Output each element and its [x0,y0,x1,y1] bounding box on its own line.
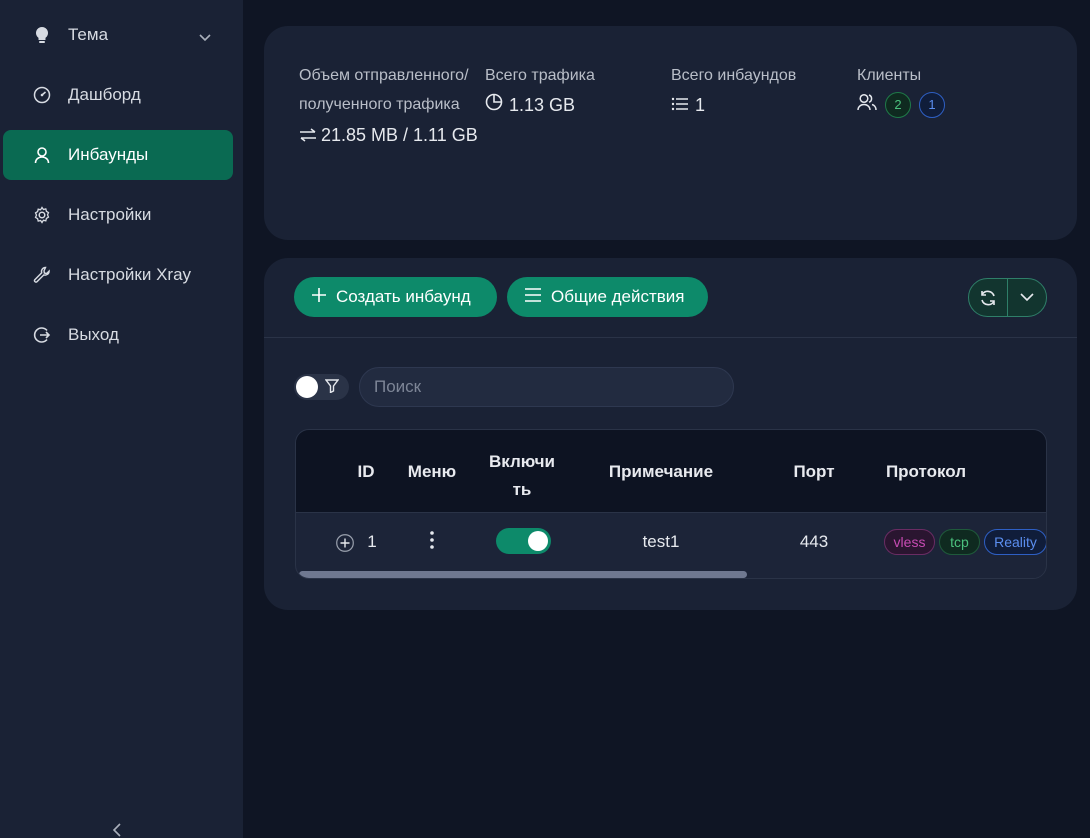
enable-switch[interactable] [496,528,551,554]
chevron-down-icon [199,27,211,47]
security-tag: Reality [984,529,1046,555]
stats-card: Объем отправленного/ полученного трафика… [264,26,1077,240]
row-port: 443 [799,532,829,551]
col-menu-header: Меню [407,462,457,481]
sidebar-item-label: Тема [68,25,109,44]
divider [264,337,1077,338]
wrench-icon [33,266,51,284]
pie-chart-icon [485,90,503,120]
dashboard-icon [33,86,51,104]
sidebar-item-label: Инбаунды [68,145,149,164]
sidebar-item-label: Настройки Xray [68,265,192,284]
total-traffic-stat: Всего трафика 1.13 GB [485,61,595,120]
user-icon [33,146,51,164]
row-id: 1 [367,532,377,551]
col-id-header[interactable]: ID [350,462,382,482]
swap-icon [299,122,317,151]
clients-online-badge[interactable]: 2 [885,92,911,118]
chevron-down-icon[interactable] [1008,279,1046,316]
switch-knob [528,531,548,551]
general-actions-button[interactable]: Общие действия [507,277,708,317]
toggle-knob [296,376,318,398]
gear-icon [33,206,51,224]
clients-label: Клиенты [857,67,922,84]
row-remark: test1 [642,532,680,551]
clients-value: 2 1 [857,90,945,120]
total-inbounds-stat: Всего инбаундов 1 [671,61,796,120]
expand-row-icon[interactable] [336,534,354,557]
traffic-io-value: 21.85 MB / 1.11 GB [299,121,479,151]
logout-icon [33,326,51,344]
col-remark-header[interactable]: Примечание [596,462,726,482]
sidebar-item-label: Настройки [68,205,152,224]
clients-stat: Клиенты 2 1 [857,61,945,120]
bulb-icon [33,26,51,44]
filter-icon [324,379,340,398]
traffic-io-label: Объем отправленного/ полученного трафика [299,67,469,113]
col-protocol-header[interactable]: Протокол [876,462,976,482]
more-vertical-icon[interactable] [429,530,435,555]
traffic-io-stat: Объем отправленного/ полученного трафика… [299,61,479,151]
protocol-tag: vless [884,529,935,555]
col-enable-header: Включить [489,452,555,499]
sidebar-item-settings[interactable]: Настройки [3,190,233,240]
clients-total-badge[interactable]: 1 [919,92,945,118]
menu-icon [525,287,541,307]
refresh-icon[interactable] [969,279,1008,316]
users-icon [857,90,877,120]
sidebar-item-logout[interactable]: Выход [3,310,233,360]
refresh-split-button [968,278,1047,317]
search-input[interactable] [359,367,734,407]
inbounds-table: ID Меню Включить Примечание Порт Протоко… [295,429,1047,579]
horizontal-scrollbar[interactable] [299,571,747,578]
collapse-sidebar-icon[interactable] [112,823,122,838]
sidebar-item-label: Выход [68,325,119,344]
sidebar-item-theme[interactable]: Тема [3,10,233,60]
col-port-header[interactable]: Порт [781,462,847,482]
list-icon [671,90,689,120]
total-inbounds-label: Всего инбаундов [671,67,797,84]
plus-icon [312,287,326,307]
total-traffic-value: 1.13 GB [485,90,595,120]
filter-toggle[interactable] [294,374,349,400]
sidebar: Тема Дашборд Инбаунды Настройки Настройк… [0,0,243,838]
total-inbounds-value: 1 [671,90,796,120]
sidebar-item-dashboard[interactable]: Дашборд [3,70,233,120]
sidebar-item-xray-settings[interactable]: Настройки Xray [3,250,233,300]
create-inbound-button[interactable]: Создать инбаунд [294,277,497,317]
sidebar-item-inbounds[interactable]: Инбаунды [3,130,233,180]
total-traffic-label: Всего трафика [485,67,595,84]
sidebar-item-label: Дашборд [68,85,141,104]
network-tag: tcp [939,529,980,555]
